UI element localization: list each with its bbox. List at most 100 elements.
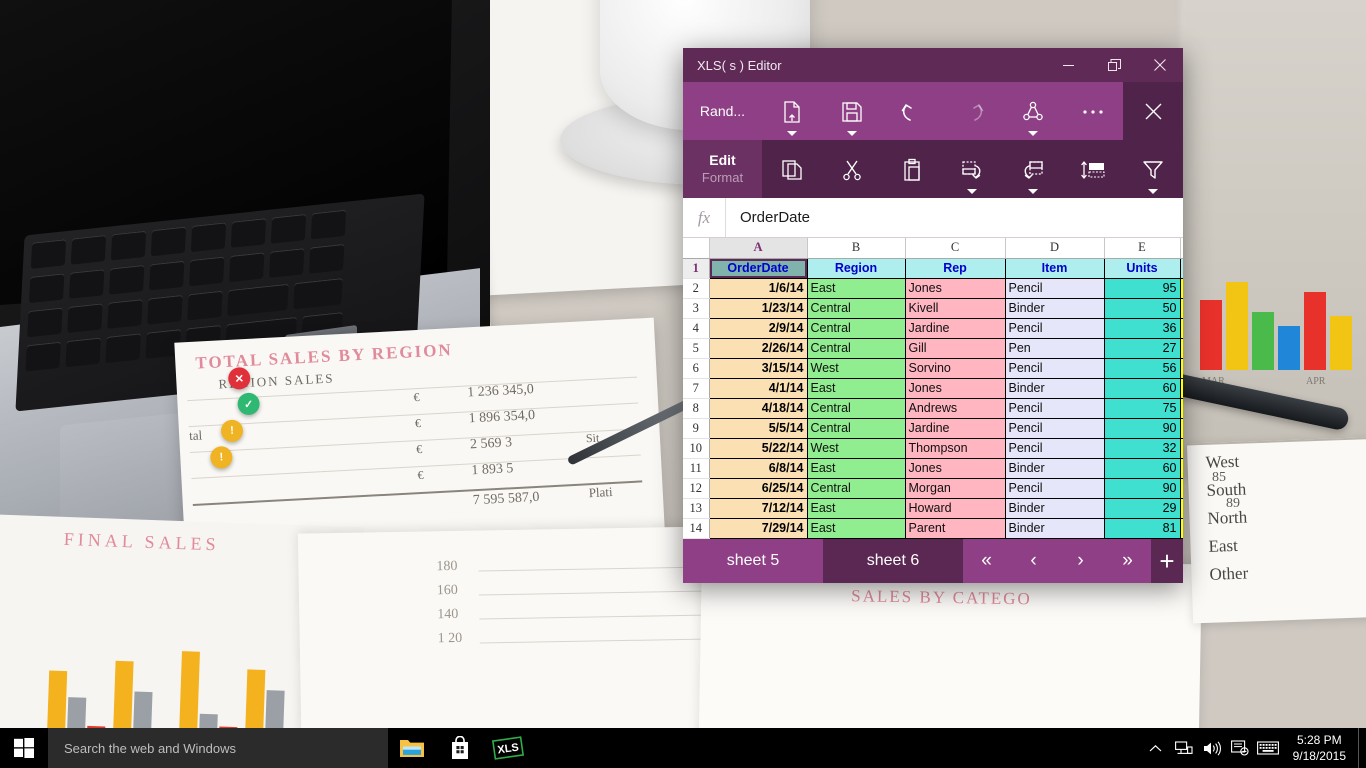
cell-f13[interactable] <box>1180 498 1183 519</box>
row-header-4[interactable]: 4 <box>683 318 710 339</box>
share-button[interactable] <box>1003 82 1063 140</box>
show-desktop-button[interactable] <box>1358 728 1366 768</box>
close-button[interactable] <box>1137 48 1183 82</box>
tab-group[interactable]: Edit Format <box>683 140 762 198</box>
cell-d7[interactable]: Binder <box>1005 378 1105 399</box>
cell-f2[interactable] <box>1180 278 1183 299</box>
sheet-tab-5[interactable]: sheet 5 <box>683 539 823 583</box>
cell-f5[interactable] <box>1180 338 1183 359</box>
row-header-1[interactable]: 1 <box>683 258 710 279</box>
network-button[interactable] <box>1171 728 1197 768</box>
row-header-10[interactable]: 10 <box>683 438 710 459</box>
cell-e6[interactable]: 56 <box>1104 358 1181 379</box>
cell-f6[interactable] <box>1180 358 1183 379</box>
cell-a11[interactable]: 6/8/14 <box>709 458 808 479</box>
cell-b7[interactable]: East <box>807 378 906 399</box>
minimize-button[interactable] <box>1045 48 1091 82</box>
action-center-button[interactable] <box>1227 728 1253 768</box>
row-header-3[interactable]: 3 <box>683 298 710 319</box>
store-button[interactable] <box>436 728 484 768</box>
undo-button[interactable] <box>882 82 942 140</box>
cell-e11[interactable]: 60 <box>1104 458 1181 479</box>
cell-c4[interactable]: Jardine <box>905 318 1006 339</box>
first-sheet-button[interactable]: « <box>963 539 1010 583</box>
cell-d6[interactable]: Pencil <box>1005 358 1105 379</box>
volume-button[interactable] <box>1199 728 1225 768</box>
cell-f12[interactable] <box>1180 478 1183 499</box>
cell-a1[interactable]: OrderDate <box>709 258 808 279</box>
cell-e13[interactable]: 29 <box>1104 498 1181 519</box>
cell-c7[interactable]: Jones <box>905 378 1006 399</box>
cell-e10[interactable]: 32 <box>1104 438 1181 459</box>
cell-a5[interactable]: 2/26/14 <box>709 338 808 359</box>
cell-a6[interactable]: 3/15/14 <box>709 358 808 379</box>
file-name-button[interactable]: Rand... <box>683 82 762 140</box>
cell-e14[interactable]: 81 <box>1104 518 1181 539</box>
copy-button[interactable] <box>762 140 822 198</box>
restore-button[interactable] <box>1091 48 1137 82</box>
row-header-13[interactable]: 13 <box>683 498 710 519</box>
cell-b4[interactable]: Central <box>807 318 906 339</box>
redo-button[interactable] <box>943 82 1003 140</box>
cell-b14[interactable]: East <box>807 518 906 539</box>
cell-d13[interactable]: Binder <box>1005 498 1105 519</box>
cell-c9[interactable]: Jardine <box>905 418 1006 439</box>
row-height-button[interactable] <box>1063 140 1123 198</box>
cell-f14[interactable] <box>1180 518 1183 539</box>
paste-button[interactable] <box>882 140 942 198</box>
tab-format[interactable]: Format <box>702 170 743 186</box>
cell-e5[interactable]: 27 <box>1104 338 1181 359</box>
column-header-f[interactable]: F <box>1180 238 1183 259</box>
cell-e12[interactable]: 90 <box>1104 478 1181 499</box>
cell-d11[interactable]: Binder <box>1005 458 1105 479</box>
cell-f3[interactable] <box>1180 298 1183 319</box>
cell-a12[interactable]: 6/25/14 <box>709 478 808 499</box>
cell-e4[interactable]: 36 <box>1104 318 1181 339</box>
cell-a3[interactable]: 1/23/14 <box>709 298 808 319</box>
new-file-button[interactable] <box>762 82 822 140</box>
select-all-corner[interactable] <box>683 238 710 259</box>
cell-a10[interactable]: 5/22/14 <box>709 438 808 459</box>
cell-e7[interactable]: 60 <box>1104 378 1181 399</box>
cell-a8[interactable]: 4/18/14 <box>709 398 808 419</box>
cell-d1[interactable]: Item <box>1005 258 1105 279</box>
cell-f10[interactable] <box>1180 438 1183 459</box>
search-input[interactable]: Search the web and Windows <box>48 728 388 768</box>
cell-e9[interactable]: 90 <box>1104 418 1181 439</box>
taskbar-clock[interactable]: 5:28 PM 9/18/2015 <box>1285 728 1358 768</box>
xls-editor-button[interactable]: XLS <box>484 728 532 768</box>
cell-b12[interactable]: Central <box>807 478 906 499</box>
prev-sheet-button[interactable]: ‹ <box>1010 539 1057 583</box>
sheet-tab-6[interactable]: sheet 6 <box>823 539 963 583</box>
cell-c1[interactable]: Rep <box>905 258 1006 279</box>
cell-d10[interactable]: Pencil <box>1005 438 1105 459</box>
row-header-14[interactable]: 14 <box>683 518 710 539</box>
cell-b6[interactable]: West <box>807 358 906 379</box>
cell-b1[interactable]: Region <box>807 258 906 279</box>
cell-c5[interactable]: Gill <box>905 338 1006 359</box>
cell-b3[interactable]: Central <box>807 298 906 319</box>
cell-e2[interactable]: 95 <box>1104 278 1181 299</box>
cell-c10[interactable]: Thompson <box>905 438 1006 459</box>
column-header-e[interactable]: E <box>1104 238 1181 259</box>
file-explorer-button[interactable] <box>388 728 436 768</box>
delete-cells-button[interactable] <box>1003 140 1063 198</box>
cell-b5[interactable]: Central <box>807 338 906 359</box>
next-sheet-button[interactable]: › <box>1057 539 1104 583</box>
cell-d2[interactable]: Pencil <box>1005 278 1105 299</box>
column-header-b[interactable]: B <box>807 238 906 259</box>
cell-f4[interactable] <box>1180 318 1183 339</box>
column-header-d[interactable]: D <box>1005 238 1105 259</box>
ribbon-close-button[interactable] <box>1123 82 1183 140</box>
show-hidden-icons-button[interactable] <box>1143 728 1169 768</box>
cell-a9[interactable]: 5/5/14 <box>709 418 808 439</box>
cell-d14[interactable]: Binder <box>1005 518 1105 539</box>
cell-f9[interactable] <box>1180 418 1183 439</box>
tab-edit[interactable]: Edit <box>709 152 735 170</box>
row-header-7[interactable]: 7 <box>683 378 710 399</box>
last-sheet-button[interactable]: » <box>1104 539 1151 583</box>
cell-b9[interactable]: Central <box>807 418 906 439</box>
window-title-bar[interactable]: XLS( s ) Editor <box>683 48 1183 82</box>
cell-c13[interactable]: Howard <box>905 498 1006 519</box>
row-header-12[interactable]: 12 <box>683 478 710 499</box>
